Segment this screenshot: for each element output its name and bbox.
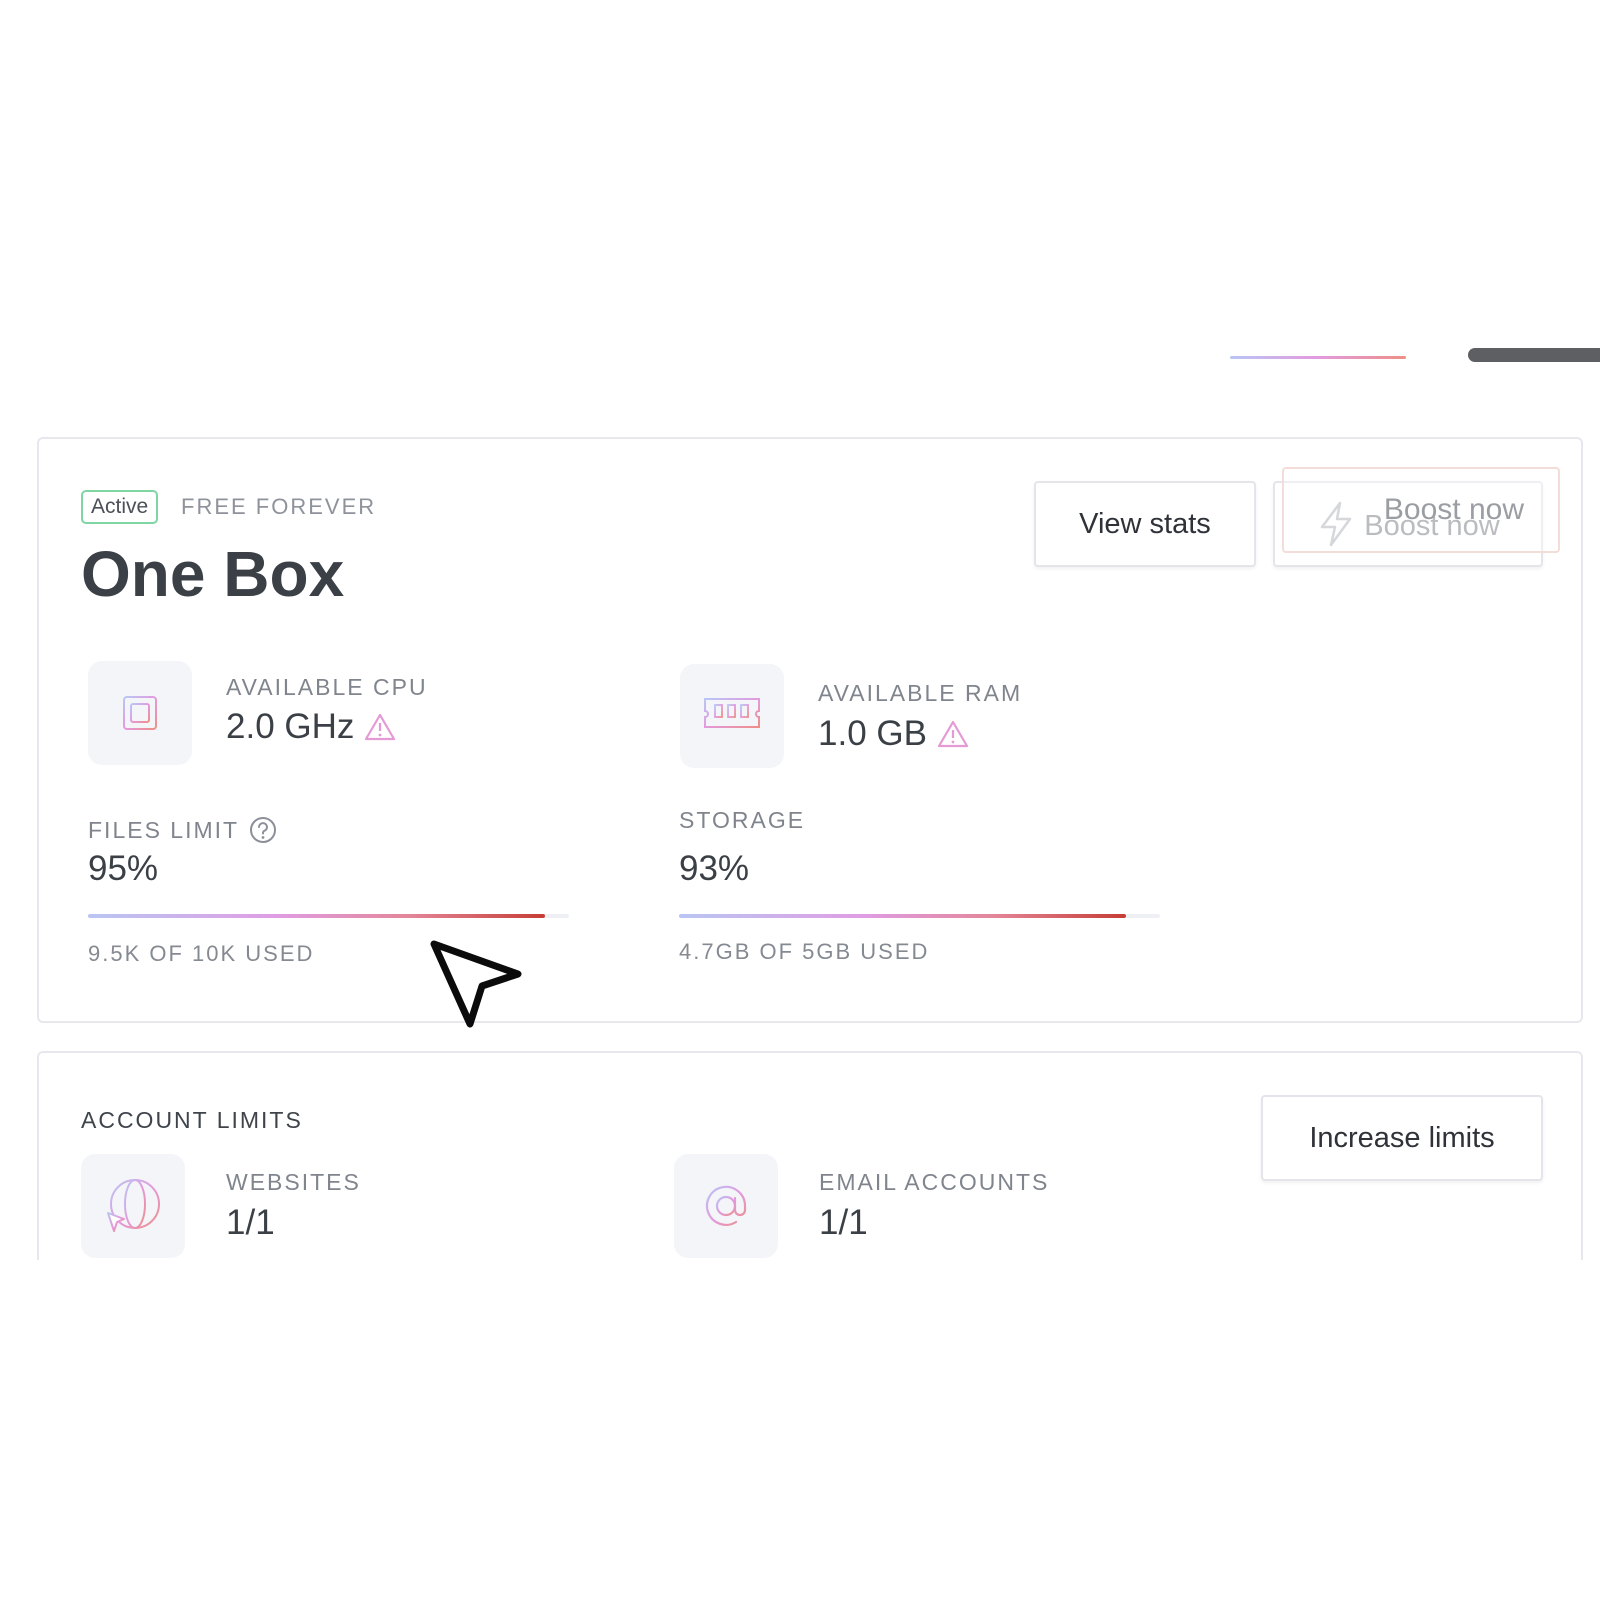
email-icon-tile xyxy=(674,1154,778,1258)
top-button-underline xyxy=(1230,356,1406,359)
page-title: One Box xyxy=(81,538,345,610)
increase-limits-button[interactable]: Increase limits xyxy=(1261,1095,1543,1181)
email-accounts-value: 1/1 xyxy=(819,1203,868,1242)
account-limits-card: ACCOUNT LIMITS Increase limits WEBSITES … xyxy=(37,1051,1583,1260)
help-icon[interactable] xyxy=(249,816,277,844)
cpu-label: AVAILABLE CPU xyxy=(226,674,428,700)
ram-module-icon xyxy=(704,698,760,735)
cpu-value: 2.0 GHz xyxy=(226,707,355,746)
ram-icon-tile xyxy=(680,664,784,768)
warning-icon xyxy=(365,713,396,741)
websites-label: WEBSITES xyxy=(226,1169,361,1195)
boost-now-button[interactable]: Boost now xyxy=(1273,481,1543,567)
websites-icon-tile xyxy=(81,1154,185,1258)
status-badge: Active xyxy=(81,490,159,524)
email-accounts-label: EMAIL ACCOUNTS xyxy=(819,1169,1050,1195)
cpu-value-row: 2.0 GHz xyxy=(226,707,396,747)
storage-progress-fill xyxy=(679,914,1127,918)
files-limit-label: FILES LIMIT xyxy=(88,817,240,843)
files-limit-usage: 9.5K OF 10K USED xyxy=(88,941,315,966)
storage-value: 93% xyxy=(679,849,750,888)
at-sign-icon xyxy=(705,1185,747,1226)
mouse-cursor-icon xyxy=(430,940,522,1028)
files-limit-value: 95% xyxy=(88,849,159,888)
cpu-chip-icon xyxy=(116,689,164,737)
ram-label: AVAILABLE RAM xyxy=(818,680,1023,706)
view-stats-button[interactable]: View stats xyxy=(1034,481,1256,567)
websites-value: 1/1 xyxy=(226,1203,275,1242)
globe-cursor-icon xyxy=(107,1179,160,1232)
warning-icon xyxy=(937,720,969,748)
lightning-icon xyxy=(1321,501,1352,547)
files-limit-progress-fill xyxy=(88,914,545,918)
boost-now-label: Boost now xyxy=(1364,509,1500,542)
plan-card: Active FREE FOREVER One Box View stats B… xyxy=(37,437,1583,1023)
top-dark-tab xyxy=(1468,348,1600,362)
account-limits-title: ACCOUNT LIMITS xyxy=(81,1107,303,1133)
files-limit-progress xyxy=(88,914,569,918)
storage-label: STORAGE xyxy=(679,807,806,833)
files-limit-header: FILES LIMIT xyxy=(88,816,277,844)
storage-usage: 4.7GB OF 5GB USED xyxy=(679,939,930,964)
ram-value-row: 1.0 GB xyxy=(818,714,969,754)
cpu-icon-tile xyxy=(88,661,192,765)
plan-type-label: FREE FOREVER xyxy=(181,494,377,519)
storage-progress xyxy=(679,914,1160,918)
ram-value: 1.0 GB xyxy=(818,714,927,753)
